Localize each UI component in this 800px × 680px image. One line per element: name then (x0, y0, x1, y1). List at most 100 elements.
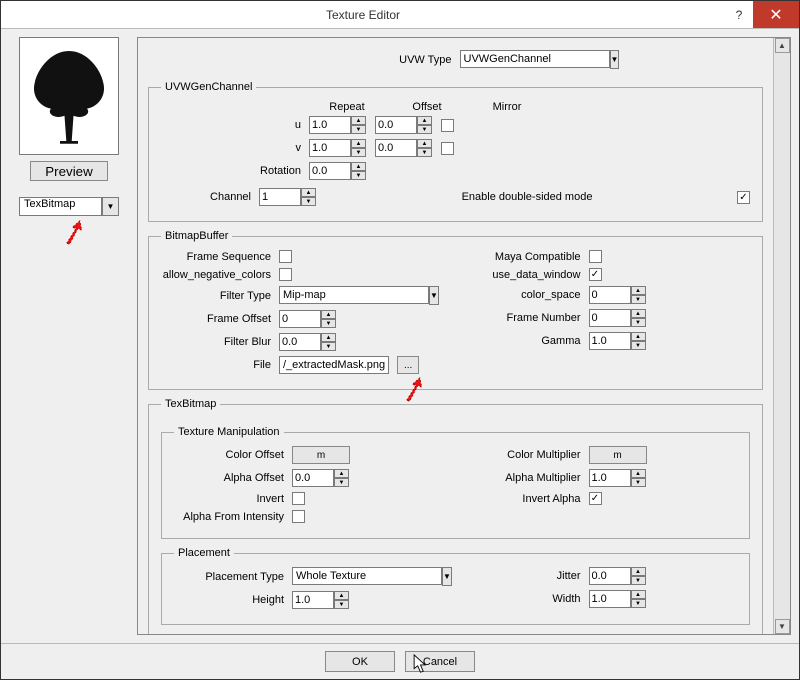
filter-blur-input[interactable] (279, 333, 321, 351)
color-offset-button[interactable]: m (292, 446, 350, 464)
spin-up-icon[interactable]: ▲ (334, 469, 349, 478)
channel-input[interactable] (259, 188, 301, 206)
uvwgenchannel-group: UVWGenChannel Repeat Offset Mirror u ▲▼ … (148, 81, 763, 222)
tree-icon (24, 41, 114, 151)
spin-down-icon[interactable]: ▼ (321, 342, 336, 351)
rotation-input[interactable] (309, 162, 351, 180)
jitter-input[interactable] (589, 567, 631, 585)
spin-up-icon[interactable]: ▲ (351, 116, 366, 125)
double-sided-checkbox[interactable]: ✓ (737, 191, 750, 204)
v-label: v (161, 142, 301, 154)
help-button[interactable]: ? (725, 1, 753, 28)
alpha-from-intensity-label: Alpha From Intensity (174, 511, 284, 523)
alpha-offset-input[interactable] (292, 469, 334, 487)
texture-manipulation-group: Texture Manipulation Color Offsetm Alpha… (161, 426, 750, 539)
scroll-down-icon[interactable]: ▼ (775, 619, 790, 634)
width-input[interactable] (589, 590, 631, 608)
spin-up-icon[interactable]: ▲ (631, 309, 646, 318)
spin-up-icon[interactable]: ▲ (351, 139, 366, 148)
chevron-down-icon[interactable]: ▼ (610, 50, 620, 69)
allow-negative-label: allow_negative_colors (161, 269, 271, 281)
rotation-label: Rotation (161, 165, 301, 177)
allow-negative-checkbox[interactable] (279, 268, 292, 281)
filter-type-select[interactable] (279, 286, 429, 304)
mirror-heading: Mirror (471, 101, 543, 113)
spin-down-icon[interactable]: ▼ (631, 341, 646, 350)
spin-down-icon[interactable]: ▼ (351, 171, 366, 180)
uvw-type-select[interactable] (460, 50, 610, 68)
frame-sequence-label: Frame Sequence (161, 251, 271, 263)
preview-thumbnail (19, 37, 119, 155)
titlebar: Texture Editor ? ✕ (1, 1, 799, 29)
invert-alpha-checkbox[interactable]: ✓ (589, 492, 602, 505)
spin-down-icon[interactable]: ▼ (334, 478, 349, 487)
texbitmap-group: TexBitmap Texture Manipulation Color Off… (148, 398, 763, 634)
spin-up-icon[interactable]: ▲ (417, 139, 432, 148)
spin-down-icon[interactable]: ▼ (631, 576, 646, 585)
u-mirror-checkbox[interactable] (441, 119, 454, 132)
v-repeat-input[interactable] (309, 139, 351, 157)
color-offset-label: Color Offset (174, 449, 284, 461)
spin-up-icon[interactable]: ▲ (631, 332, 646, 341)
close-button[interactable]: ✕ (753, 1, 799, 28)
group-legend: Placement (174, 547, 234, 559)
height-input[interactable] (292, 591, 334, 609)
invert-checkbox[interactable] (292, 492, 305, 505)
spin-down-icon[interactable]: ▼ (334, 600, 349, 609)
spin-down-icon[interactable]: ▼ (301, 197, 316, 206)
gamma-input[interactable] (589, 332, 631, 350)
use-data-window-checkbox[interactable]: ✓ (589, 268, 602, 281)
spin-up-icon[interactable]: ▲ (321, 333, 336, 342)
placement-type-select[interactable] (292, 567, 442, 585)
v-mirror-checkbox[interactable] (441, 142, 454, 155)
spin-up-icon[interactable]: ▲ (417, 116, 432, 125)
spin-up-icon[interactable]: ▲ (321, 310, 336, 319)
u-repeat-input[interactable] (309, 116, 351, 134)
chevron-down-icon[interactable]: ▼ (442, 567, 452, 586)
spin-down-icon[interactable]: ▼ (321, 319, 336, 328)
spin-down-icon[interactable]: ▼ (631, 478, 646, 487)
frame-sequence-checkbox[interactable] (279, 250, 292, 263)
spin-up-icon[interactable]: ▲ (334, 591, 349, 600)
maya-compat-checkbox[interactable] (589, 250, 602, 263)
alpha-from-intensity-checkbox[interactable] (292, 510, 305, 523)
scroll-up-icon[interactable]: ▲ (775, 38, 790, 53)
chevron-down-icon[interactable]: ▼ (429, 286, 439, 305)
spin-down-icon[interactable]: ▼ (417, 148, 432, 157)
frame-number-input[interactable] (589, 309, 631, 327)
file-input[interactable] (279, 356, 389, 374)
browse-button[interactable]: ... (397, 356, 419, 374)
scrollbar[interactable]: ▲ ▼ (773, 38, 790, 634)
spin-up-icon[interactable]: ▲ (631, 590, 646, 599)
chevron-down-icon[interactable]: ▼ (102, 197, 119, 216)
frame-offset-input[interactable] (279, 310, 321, 328)
maya-compat-label: Maya Compatible (471, 251, 581, 263)
color-space-input[interactable] (589, 286, 631, 304)
spin-up-icon[interactable]: ▲ (631, 469, 646, 478)
color-space-label: color_space (471, 289, 581, 301)
spin-down-icon[interactable]: ▼ (417, 125, 432, 134)
color-multiplier-button[interactable]: m (589, 446, 647, 464)
spin-down-icon[interactable]: ▼ (631, 599, 646, 608)
alpha-multiplier-label: Alpha Multiplier (471, 472, 581, 484)
spin-down-icon[interactable]: ▼ (631, 318, 646, 327)
texture-type-select[interactable]: TexBitmap (19, 197, 102, 216)
alpha-offset-label: Alpha Offset (174, 472, 284, 484)
spin-up-icon[interactable]: ▲ (301, 188, 316, 197)
jitter-label: Jitter (471, 570, 581, 582)
spin-up-icon[interactable]: ▲ (351, 162, 366, 171)
spin-down-icon[interactable]: ▼ (351, 148, 366, 157)
alpha-multiplier-input[interactable] (589, 469, 631, 487)
spin-up-icon[interactable]: ▲ (631, 567, 646, 576)
v-offset-input[interactable] (375, 139, 417, 157)
u-offset-input[interactable] (375, 116, 417, 134)
ok-button[interactable]: OK (325, 651, 395, 672)
spin-down-icon[interactable]: ▼ (351, 125, 366, 134)
group-legend: TexBitmap (161, 398, 220, 410)
spin-up-icon[interactable]: ▲ (631, 286, 646, 295)
uvw-type-label: UVW Type (312, 54, 452, 66)
spin-down-icon[interactable]: ▼ (631, 295, 646, 304)
repeat-heading: Repeat (311, 101, 383, 113)
preview-button[interactable]: Preview (30, 161, 108, 181)
gamma-label: Gamma (471, 335, 581, 347)
